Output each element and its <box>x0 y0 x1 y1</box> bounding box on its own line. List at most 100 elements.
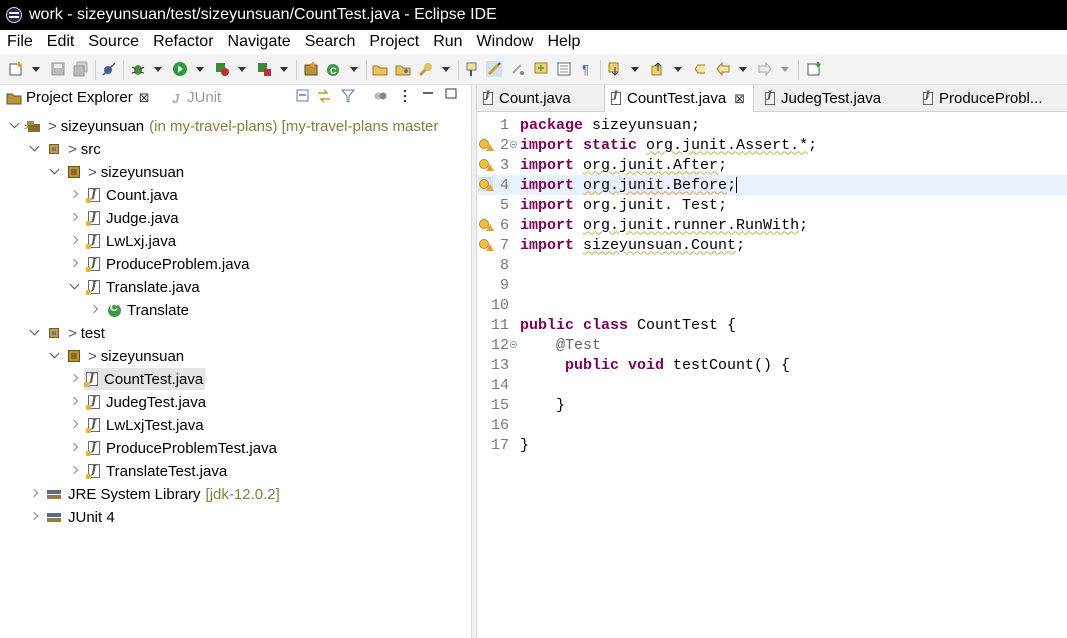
tree-item-jre-system-library[interactable]: JRE System Library [jdk-12.0.2] <box>0 483 471 505</box>
forward-icon[interactable] <box>757 61 773 77</box>
tree-item-produceproblemtest-java[interactable]: ProduceProblemTest.java <box>0 437 471 459</box>
open-task-icon[interactable] <box>395 61 411 77</box>
expand-arrow-icon[interactable] <box>69 442 79 452</box>
code-area[interactable]: 1 package sizeyunsuan; 2 import static o… <box>477 112 1067 638</box>
new-java-project-icon[interactable] <box>303 61 319 77</box>
tab-junit[interactable]: J JUnit <box>171 89 221 106</box>
fold-toggle-icon[interactable] <box>510 341 517 348</box>
coverage-icon[interactable] <box>214 61 230 77</box>
expand-arrow-icon[interactable] <box>69 258 79 268</box>
menu-navigate[interactable]: Navigate <box>221 33 298 51</box>
fold-toggle-icon[interactable] <box>510 141 517 148</box>
close-tab-icon[interactable]: ⊠ <box>139 90 150 106</box>
menu-run[interactable]: Run <box>426 33 469 51</box>
minimize-icon[interactable] <box>421 87 435 101</box>
tree-item-produceproblem-java[interactable]: ProduceProblem.java <box>0 253 471 275</box>
next-annotation-down-icon[interactable] <box>607 61 623 77</box>
menu-source[interactable]: Source <box>81 33 146 51</box>
block-selection-icon[interactable] <box>510 61 526 77</box>
coverage-dropdown-icon[interactable] <box>238 67 246 72</box>
show-source-icon[interactable] <box>556 61 572 77</box>
open-type-icon[interactable] <box>372 61 388 77</box>
tree-item-package-sizeyunsuan[interactable]: > sizeyunsuan <box>0 161 471 183</box>
back-dropdown-icon[interactable] <box>739 67 747 72</box>
tree-item-translate-java[interactable]: Translate.java <box>0 276 471 298</box>
expand-arrow-icon[interactable] <box>29 325 40 336</box>
tree-item-judge-java[interactable]: Judge.java <box>0 207 471 229</box>
expand-arrow-icon[interactable] <box>69 279 80 290</box>
external-tools-icon[interactable] <box>256 61 272 77</box>
expand-arrow-icon[interactable] <box>69 419 79 429</box>
expand-arrow-icon[interactable] <box>69 235 79 245</box>
tree-item-judegtest-java[interactable]: JudegTest.java <box>0 391 471 413</box>
run-dropdown-icon[interactable] <box>196 67 204 72</box>
save-icon[interactable] <box>50 61 66 77</box>
menu-file[interactable]: File <box>0 33 40 51</box>
run-icon[interactable] <box>172 61 188 77</box>
editor-tab-produceproblem[interactable]: ProduceProbl... <box>923 85 1042 111</box>
view-menu-icon[interactable] <box>398 89 412 103</box>
back-icon[interactable] <box>715 61 731 77</box>
next-annotation-icon[interactable] <box>533 61 549 77</box>
focus-on-task-icon[interactable] <box>373 89 387 103</box>
menu-edit[interactable]: Edit <box>40 33 82 51</box>
open-perspective-icon[interactable] <box>806 61 822 77</box>
debug-icon[interactable] <box>130 61 146 77</box>
tree-item-src[interactable]: > src <box>0 138 471 160</box>
expand-arrow-icon[interactable] <box>69 373 79 383</box>
forward-dropdown-icon[interactable] <box>781 67 789 72</box>
expand-arrow-icon[interactable] <box>89 304 99 314</box>
new-dropdown-icon[interactable] <box>32 67 40 72</box>
save-all-icon[interactable] <box>73 61 89 77</box>
tree-item-count-java[interactable]: Count.java <box>0 184 471 206</box>
search-icon[interactable] <box>418 61 434 77</box>
link-with-editor-icon[interactable] <box>317 89 331 103</box>
editor-tab-count-java[interactable]: Count.java <box>483 85 571 111</box>
collapse-all-icon[interactable] <box>296 89 310 103</box>
previous-annotation-icon[interactable] <box>650 61 666 77</box>
last-edit-location-icon[interactable] <box>692 61 708 77</box>
debug-dropdown-icon[interactable] <box>154 67 162 72</box>
tree-item-test[interactable]: > test <box>0 322 471 344</box>
expand-arrow-icon[interactable] <box>49 164 60 175</box>
editor-tab-judegtest-java[interactable]: JudegTest.java <box>765 85 881 111</box>
tree-item-test-package-sizeyunsuan[interactable]: > sizeyunsuan <box>0 345 471 367</box>
tab-project-explorer[interactable]: Project Explorer ⊠ <box>6 89 150 106</box>
new-class-icon[interactable]: C <box>326 61 342 77</box>
editor-tab-counttest-java[interactable]: CountTest.java ⊠ <box>604 85 755 112</box>
mark-occurrences-icon[interactable] <box>486 61 502 77</box>
filter-icon[interactable] <box>341 89 355 103</box>
menu-help[interactable]: Help <box>540 33 587 51</box>
maximize-icon[interactable] <box>444 87 458 101</box>
expand-arrow-icon[interactable] <box>69 396 79 406</box>
tree-item-lwlxj-java[interactable]: LwLxj.java <box>0 230 471 252</box>
menu-project[interactable]: Project <box>362 33 426 51</box>
tree-item-junit4[interactable]: JUnit 4 <box>0 506 471 528</box>
search-dropdown-icon[interactable] <box>442 67 450 72</box>
expand-arrow-icon[interactable] <box>49 348 60 359</box>
next-annotation-dropdown-icon[interactable] <box>631 67 639 72</box>
tree-item-translate-class[interactable]: Translate <box>0 299 471 321</box>
menu-window[interactable]: Window <box>470 33 541 51</box>
new-icon[interactable] <box>8 61 24 77</box>
show-whitespace-icon[interactable]: ¶ <box>579 61 595 77</box>
toggle-annotation-icon[interactable] <box>464 61 480 77</box>
expand-arrow-icon[interactable] <box>69 212 79 222</box>
menu-search[interactable]: Search <box>298 33 363 51</box>
close-tab-icon[interactable]: ⊠ <box>734 91 745 107</box>
expand-arrow-icon[interactable] <box>29 511 39 521</box>
expand-arrow-icon[interactable] <box>9 118 20 129</box>
menu-refactor[interactable]: Refactor <box>146 33 220 51</box>
expand-arrow-icon[interactable] <box>69 465 79 475</box>
tree-item-lwlxjtest-java[interactable]: LwLxjTest.java <box>0 414 471 436</box>
skip-breakpoints-icon[interactable] <box>101 61 117 77</box>
expand-arrow-icon[interactable] <box>29 141 40 152</box>
tree-item-translatetest-java[interactable]: TranslateTest.java <box>0 460 471 482</box>
expand-arrow-icon[interactable] <box>29 488 39 498</box>
external-tools-dropdown-icon[interactable] <box>280 67 288 72</box>
previous-annotation-dropdown-icon[interactable] <box>674 67 682 72</box>
tree-item-project-sizeyunsuan[interactable]: > sizeyunsuan (in my-travel-plans) [my-t… <box>0 115 471 137</box>
new-class-dropdown-icon[interactable] <box>350 67 358 72</box>
expand-arrow-icon[interactable] <box>69 189 79 199</box>
tree-item-counttest-java[interactable]: CountTest.java <box>0 368 471 390</box>
